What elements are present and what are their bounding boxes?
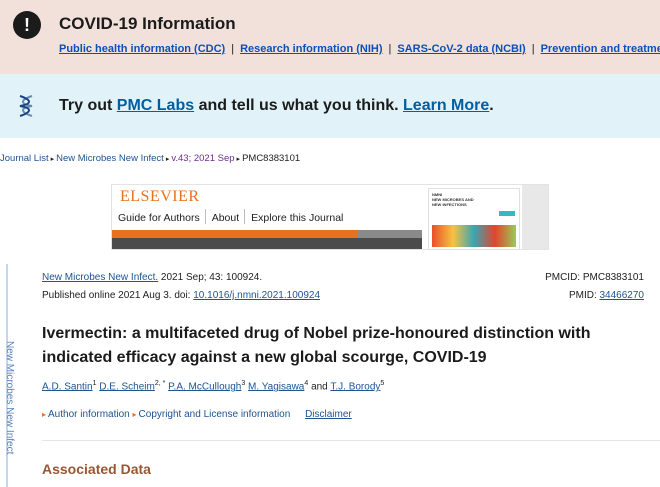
banner-bar-grey xyxy=(358,230,422,238)
pmcid: PMCID: PMC8383101 xyxy=(545,272,644,283)
author-link[interactable]: A.D. Santin xyxy=(42,381,93,392)
separator: | xyxy=(231,43,235,55)
author-link[interactable]: D.E. Scheim xyxy=(99,381,155,392)
covid-link-nih[interactable]: Research information (NIH) xyxy=(240,43,382,55)
author-affiliation: 1 xyxy=(92,380,97,387)
author-affiliation: 4 xyxy=(304,380,309,387)
covid-links: Public health information (CDC) | Research… xyxy=(59,43,660,55)
chevron-right-icon: ▸ xyxy=(236,156,241,163)
pmc-labs-link[interactable]: PMC Labs xyxy=(117,97,194,114)
covid-link-cdc[interactable]: Public health information (CDC) xyxy=(59,43,225,55)
chevron-right-icon: ▸ xyxy=(50,156,55,163)
journal-cover-image[interactable]: NMNI NEW MICROBES AND NEW INFECTIONS xyxy=(428,188,520,250)
banner-bar-orange xyxy=(112,230,358,238)
journal-side-tab[interactable]: New Microbes New Infect xyxy=(4,341,15,454)
pmc-labs-banner: Try out PMC Labs and tell us what you th… xyxy=(0,74,660,138)
guide-for-authors-link[interactable]: Guide for Authors xyxy=(112,209,205,224)
published-line: Published online 2021 Aug 3. doi: 10.101… xyxy=(42,287,320,305)
labs-suffix: . xyxy=(489,97,494,114)
cover-artwork xyxy=(432,225,516,247)
breadcrumb-volume[interactable]: v.43; 2021 Sep xyxy=(171,153,234,164)
cover-text: NMNI NEW MICROBES AND NEW INFECTIONS xyxy=(432,192,474,207)
explore-journal-link[interactable]: Explore this Journal xyxy=(244,209,348,224)
separator: | xyxy=(388,43,392,55)
covid-title: COVID-19 Information xyxy=(59,14,236,33)
labs-prefix: Try out xyxy=(59,97,117,114)
doi-link[interactable]: 10.1016/j.nmni.2021.100924 xyxy=(193,290,320,301)
publisher-logo[interactable]: ELSEVIER xyxy=(120,188,200,206)
journal-banner-left: ELSEVIER Guide for Authors About Explore t… xyxy=(112,185,422,249)
article-info-links: ▸ Author information ▸ Copyright and Licen… xyxy=(42,409,352,420)
breadcrumb-journal-list[interactable]: Journal List xyxy=(0,153,49,164)
covid-link-ncbi[interactable]: SARS-CoV-2 data (NCBI) xyxy=(397,43,525,55)
chevron-right-icon: ▸ xyxy=(165,156,170,163)
author-link[interactable]: P.A. McCullough xyxy=(168,381,241,392)
citation-line: New Microbes New Infect. 2021 Sep; 43: 1… xyxy=(42,269,320,287)
author-link[interactable]: T.J. Borody xyxy=(330,381,380,392)
learn-more-link[interactable]: Learn More xyxy=(403,97,489,114)
disclaimer-link[interactable]: Disclaimer xyxy=(305,409,352,420)
journal-cover-area: NMNI NEW MICROBES AND NEW INFECTIONS xyxy=(424,185,548,250)
journal-nav: Guide for Authors About Explore this Journ… xyxy=(112,209,420,227)
author-link[interactable]: M. Yagisawa xyxy=(248,381,304,392)
copyright-license-toggle[interactable]: Copyright and License information xyxy=(139,409,291,420)
author-affiliation: 3 xyxy=(241,380,246,387)
published-text: Published online 2021 Aug 3. doi: xyxy=(42,290,194,301)
citation-block: New Microbes New Infect. 2021 Sep; 43: 1… xyxy=(42,269,320,305)
covid-link-prevention[interactable]: Prevention and treatment xyxy=(541,43,660,55)
cover-badge xyxy=(499,211,515,216)
section-divider xyxy=(42,440,660,441)
associated-data-heading[interactable]: Associated Data xyxy=(42,461,151,477)
dna-icon xyxy=(19,95,33,117)
author-information-toggle[interactable]: Author information xyxy=(48,409,130,420)
pmid-label: PMID: xyxy=(568,290,600,301)
triangle-right-icon: ▸ xyxy=(132,410,137,419)
and-text: and xyxy=(311,381,328,393)
article-title: Ivermectin: a multifaceted drug of Nobel… xyxy=(42,325,591,366)
breadcrumb-current: PMC8383101 xyxy=(242,153,301,164)
author-affiliation: 2, * xyxy=(154,380,166,387)
journal-banner[interactable]: ELSEVIER Guide for Authors About Explore t… xyxy=(111,184,549,250)
author-affiliation: 5 xyxy=(380,380,385,387)
separator: | xyxy=(531,43,535,55)
identifier-block: PMCID: PMC8383101 PMID: 34466270 xyxy=(545,269,644,305)
citation-text: 2021 Sep; 43: 100924. xyxy=(158,272,263,283)
journal-link[interactable]: New Microbes New Infect. xyxy=(42,272,158,283)
about-link[interactable]: About xyxy=(204,209,244,224)
author-list: A.D. Santin1 D.E. Scheim2, * P.A. McCull… xyxy=(42,380,384,392)
labs-message: Try out PMC Labs and tell us what you th… xyxy=(59,97,494,115)
banner-right-edge xyxy=(522,185,548,249)
covid-banner: ! COVID-19 Information Public health inf… xyxy=(0,0,660,74)
pmid-line: PMID: 34466270 xyxy=(545,287,644,305)
pmid-link[interactable]: 34466270 xyxy=(600,290,645,301)
labs-middle: and tell us what you think. xyxy=(194,97,404,114)
breadcrumb-journal[interactable]: New Microbes New Infect xyxy=(56,153,164,164)
breadcrumb: Journal List ▸ New Microbes New Infect ▸ v.4… xyxy=(0,153,300,164)
alert-icon: ! xyxy=(13,11,41,39)
banner-bar-dark xyxy=(112,238,422,249)
triangle-right-icon: ▸ xyxy=(42,410,47,419)
